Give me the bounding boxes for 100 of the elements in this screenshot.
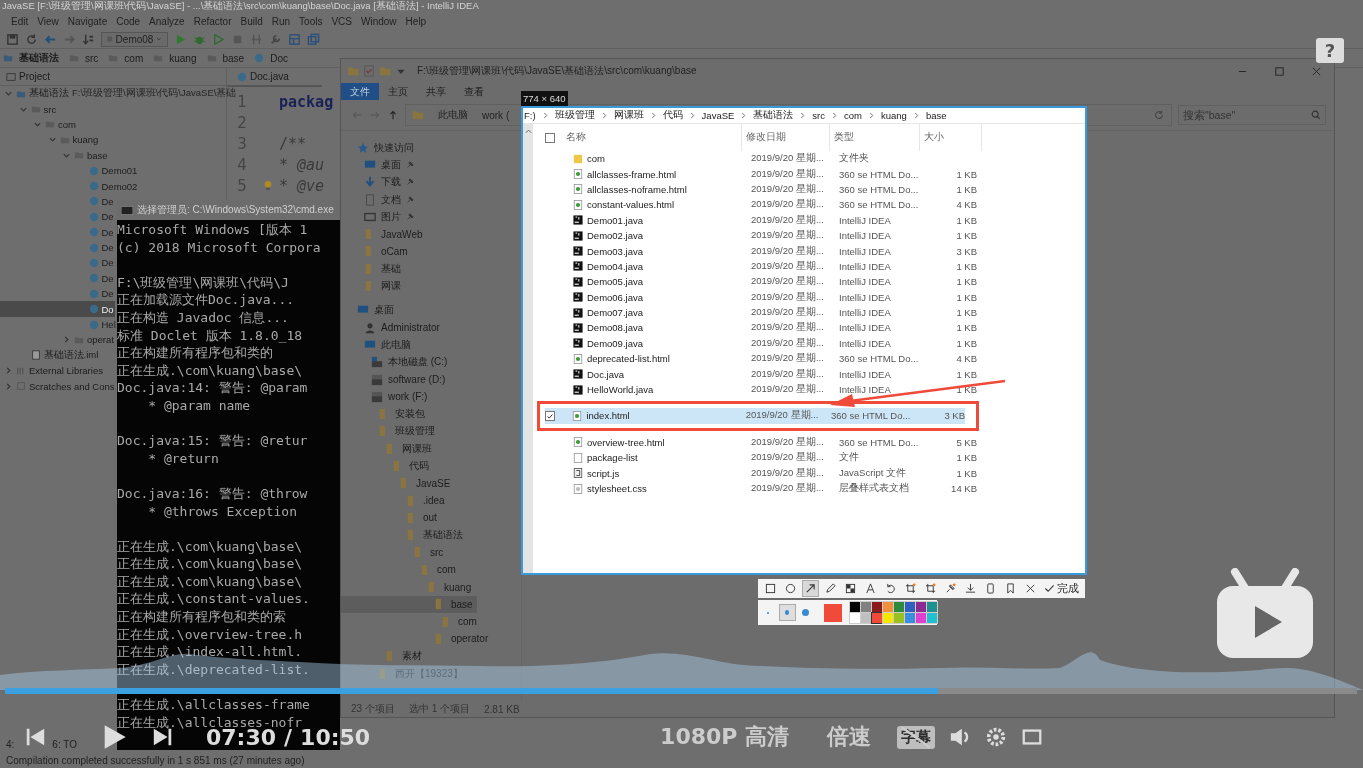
color-swatch[interactable] xyxy=(872,602,882,612)
file-row[interactable]: deprecated-list.html 2019/9/20 星期... 360 se HTML Do... 4 KB xyxy=(545,351,1085,367)
refresh-icon[interactable] xyxy=(1153,109,1165,121)
menu-item[interactable]: Window xyxy=(361,15,397,27)
pin-icon[interactable] xyxy=(406,160,414,169)
breadcrumb-item[interactable]: 基础语法 xyxy=(3,51,59,65)
color-swatch[interactable] xyxy=(861,602,871,612)
maximize-icon[interactable] xyxy=(1274,65,1285,77)
menu-item[interactable]: Run xyxy=(271,15,291,27)
color-swatch[interactable] xyxy=(883,602,893,612)
breadcrumb-item[interactable]: 班级管理 xyxy=(554,109,595,122)
tree-item[interactable]: De xyxy=(0,270,115,287)
capture-region[interactable] xyxy=(521,106,1087,575)
navigation-item[interactable]: 图片 xyxy=(341,208,424,226)
navigation-item[interactable]: 班级管理 xyxy=(341,422,439,441)
tree-item[interactable]: kuang xyxy=(0,132,100,148)
navigation-item[interactable]: 此电脑 xyxy=(341,336,415,354)
file-row[interactable]: allclasses-frame.html 2019/9/20 星期... 360 se HTML Do... 1 KB xyxy=(545,166,1085,182)
coverage-icon[interactable] xyxy=(212,32,225,46)
navigation-item[interactable]: 基础语法 xyxy=(341,526,467,544)
file-row[interactable]: Demo04.java 2019/9/20 星期... IntelliJ IDEA 1 KB xyxy=(545,258,1085,275)
file-row[interactable]: stylesheet.css 2019/9/20 星期... 层叠样式表文档 14 KB xyxy=(545,480,1085,497)
breadcrumb-item[interactable]: 代码 xyxy=(662,109,683,122)
color-swatch[interactable] xyxy=(927,613,937,623)
up-arrow-icon[interactable] xyxy=(387,109,399,121)
tree-item[interactable]: Scratches and Cons xyxy=(0,378,116,394)
ribbon-tab[interactable]: 主页 xyxy=(379,83,417,100)
navigation-item[interactable]: kuang xyxy=(341,578,476,596)
navigation-item[interactable]: JavaSE xyxy=(341,474,455,492)
breadcrumb-item[interactable]: src xyxy=(69,52,99,64)
tree-item[interactable]: De xyxy=(0,286,115,302)
arrow-tool-icon[interactable] xyxy=(802,580,819,597)
breadcrumb-item[interactable]: kuang xyxy=(881,110,907,121)
column-header[interactable]: 大小 xyxy=(920,124,982,151)
breadcrumb-item[interactable]: 此电脑 xyxy=(438,108,468,122)
structure-icon[interactable] xyxy=(288,32,301,46)
file-row[interactable]: com 2019/9/20 星期... 文件夹 xyxy=(545,151,1085,167)
breadcrumb-item[interactable]: com xyxy=(844,110,862,121)
navigation-item[interactable]: base xyxy=(341,595,477,613)
breadcrumb-item[interactable]: 基础语法 xyxy=(753,109,794,122)
navigation-item[interactable]: 网课班 xyxy=(341,440,436,458)
breadcrumb-item[interactable]: JavaSE xyxy=(701,110,735,121)
color-swatch[interactable] xyxy=(916,602,926,612)
tree-item[interactable]: base xyxy=(0,147,109,163)
file-row[interactable]: Demo03.java 2019/9/20 星期... IntelliJ IDEA 3 KB xyxy=(545,243,1085,259)
navigation-item[interactable]: 快速访问 xyxy=(341,139,418,157)
navigation-item[interactable]: 桌面 xyxy=(341,301,398,319)
update-icon[interactable] xyxy=(250,32,263,46)
file-row[interactable]: allclasses-noframe.html 2019/9/20 星期... 360 se HTML Do... 1 KB xyxy=(545,181,1085,198)
tv-play-icon[interactable] xyxy=(1215,568,1315,660)
speed-button[interactable]: 倍速 xyxy=(815,722,884,752)
file-row[interactable]: Demo09.java 2019/9/20 星期... IntelliJ IDEA 1 KB xyxy=(545,335,1085,352)
tree-item[interactable]: com xyxy=(0,116,77,133)
color-swatch[interactable] xyxy=(894,613,904,623)
menu-item[interactable]: Build xyxy=(240,15,263,27)
file-row[interactable]: Demo06.java 2019/9/20 星期... IntelliJ IDEA 1 KB xyxy=(545,289,1085,305)
breadcrumb-item[interactable]: com xyxy=(108,52,144,64)
tool-window-tab[interactable]: 4: xyxy=(6,739,15,750)
breadcrumb-item[interactable]: base xyxy=(206,52,245,64)
tree-item[interactable]: Demo01 xyxy=(0,162,139,179)
panel-title[interactable]: Project xyxy=(6,71,51,82)
tree-item[interactable]: src xyxy=(0,101,58,117)
color-swatch[interactable] xyxy=(905,613,915,623)
color-swatch[interactable] xyxy=(883,613,893,623)
editor-tab[interactable]: Doc.java xyxy=(227,68,322,87)
brush-size-option[interactable] xyxy=(778,604,796,621)
file-row[interactable]: Demo01.java 2019/9/20 星期... IntelliJ IDEA 1 KB xyxy=(545,212,1085,228)
quality-button[interactable]: 1080P 高清 xyxy=(648,722,802,752)
lightbulb-icon[interactable] xyxy=(263,179,273,192)
tree-item[interactable]: External Libraries xyxy=(0,363,104,379)
file-row[interactable]: Demo05.java 2019/9/20 星期... IntelliJ IDEA 1 KB xyxy=(545,274,1085,290)
tree-item[interactable]: De xyxy=(0,239,115,256)
tree-item[interactable]: De xyxy=(0,224,115,240)
file-row[interactable]: constant-values.html 2019/9/20 星期... 360 se HTML Do... 4 KB xyxy=(545,197,1085,213)
navigation-item[interactable]: com xyxy=(341,613,481,631)
navigation-item[interactable]: out xyxy=(341,509,441,527)
column-header[interactable]: 类型 xyxy=(830,124,920,151)
color-swatch[interactable] xyxy=(927,602,937,612)
navigation-item[interactable]: 安装包 xyxy=(341,405,429,423)
color-swatch[interactable] xyxy=(850,613,860,623)
settings-icon[interactable] xyxy=(985,726,1008,748)
menu-item[interactable]: VCS xyxy=(331,15,352,27)
file-row[interactable]: script.js 2019/9/20 星期... JavaScript 文件 1 KB xyxy=(545,465,1085,481)
checkmark-icon[interactable] xyxy=(363,65,375,77)
pin-icon[interactable] xyxy=(406,212,414,221)
breadcrumb-item[interactable]: src xyxy=(812,110,826,121)
menu-item[interactable]: Navigate xyxy=(67,15,108,27)
tree-item[interactable]: 基础语法.iml xyxy=(0,347,100,364)
navigation-item[interactable]: software (D:) xyxy=(341,370,450,389)
navigation-item[interactable]: com xyxy=(341,561,460,579)
build-icon[interactable] xyxy=(82,32,95,46)
color-swatch[interactable] xyxy=(861,613,871,623)
pin-icon[interactable] xyxy=(406,178,414,187)
file-row[interactable]: Demo02.java 2019/9/20 星期... IntelliJ IDEA 1 KB xyxy=(545,227,1085,244)
file-row[interactable]: index.html 2019/9/20 星期... 360 se HTML Do... 3 KB xyxy=(545,408,965,424)
breadcrumb-item[interactable]: work ( xyxy=(482,109,510,121)
navigation-item[interactable]: .idea xyxy=(341,491,449,510)
progress-track[interactable] xyxy=(5,688,1357,694)
tree-item[interactable]: Do xyxy=(0,301,115,317)
navigation-item[interactable]: 网课 xyxy=(341,277,405,295)
